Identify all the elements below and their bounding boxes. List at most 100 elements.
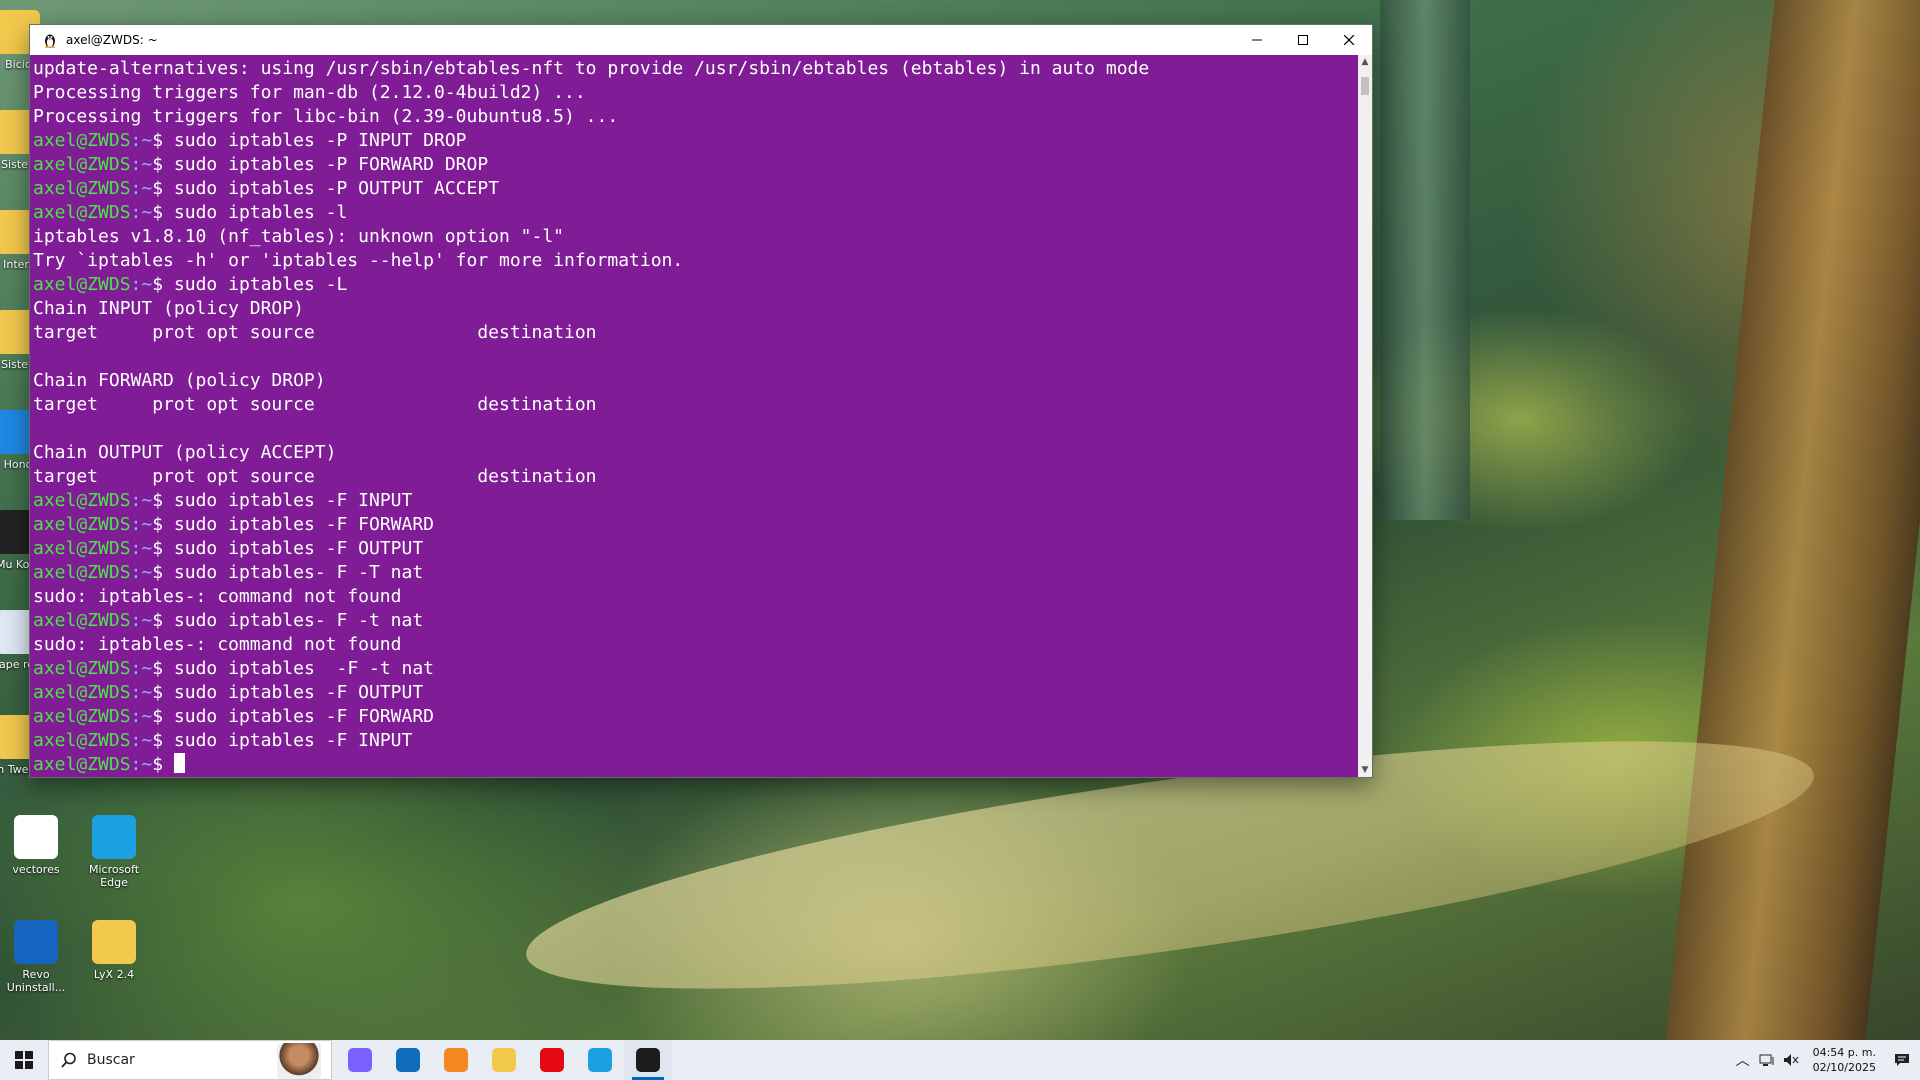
outlook-taskbar-button[interactable] [384, 1040, 432, 1080]
command-text: sudo iptables- F -t nat [173, 610, 424, 631]
command-text: sudo iptables -F INPUT [173, 730, 413, 751]
prompt-path: :~ [130, 682, 153, 703]
minimize-button[interactable] [1234, 25, 1280, 55]
wsl-terminal-taskbar-button[interactable] [624, 1040, 672, 1080]
terminal-output-line: iptables v1.8.10 (nf_tables): unknown op… [33, 226, 565, 247]
command-text: sudo iptables -F FORWARD [173, 514, 435, 535]
prompt-user: axel@ZWDS [33, 202, 131, 223]
prompt-symbol: $ [152, 562, 174, 583]
maximize-button[interactable] [1280, 25, 1326, 55]
terminal-output-line: sudo: iptables-: command not found [33, 586, 402, 607]
prompt-path: :~ [130, 562, 153, 583]
prompt-symbol: $ [152, 682, 174, 703]
network-icon[interactable] [1755, 1040, 1779, 1080]
scroll-down-arrow-icon[interactable]: ▼ [1358, 763, 1372, 777]
prompt-user: axel@ZWDS [33, 130, 131, 151]
search-placeholder: Buscar [87, 1052, 135, 1068]
notification-center-button[interactable] [1884, 1040, 1920, 1080]
prompt-user: axel@ZWDS [33, 706, 131, 727]
prompt-user: axel@ZWDS [33, 178, 131, 199]
terminal-output-line: Try `iptables -h' or 'iptables --help' f… [33, 250, 684, 271]
chevron-up-icon[interactable]: ︿ [1731, 1040, 1755, 1080]
scroll-up-arrow-icon[interactable]: ▲ [1358, 55, 1372, 69]
taskbar-clock[interactable]: 04:54 p. m. 02/10/2025 [1813, 1045, 1876, 1075]
prompt-symbol: $ [152, 130, 174, 151]
start-button[interactable] [0, 1040, 48, 1080]
terminal-command-line: axel@ZWDS:~$ sudo iptables- F -T nat [33, 561, 1355, 585]
terminal-command-line: axel@ZWDS:~$ sudo iptables -l [33, 201, 1355, 225]
desktop-icon[interactable]: Microsoft Edge [76, 815, 152, 889]
netflix-icon [540, 1048, 564, 1072]
terminal-command-line: axel@ZWDS:~$ sudo iptables -F OUTPUT [33, 681, 1355, 705]
copilot-taskbar-button[interactable] [336, 1040, 384, 1080]
desktop-icon[interactable]: vectores [0, 815, 74, 876]
terminal-command-line: axel@ZWDS:~$ sudo iptables -F FORWARD [33, 705, 1355, 729]
prompt-path: :~ [130, 610, 153, 631]
prompt-path: :~ [130, 706, 153, 727]
taskbar-search-box[interactable]: Buscar [48, 1040, 332, 1080]
prompt-path: :~ [130, 202, 153, 223]
terminal-output-line: target prot opt source destination [33, 394, 597, 415]
windows-logo-icon [15, 1051, 33, 1069]
prompt-path: :~ [130, 274, 153, 295]
terminal-command-line: axel@ZWDS:~$ sudo iptables -P INPUT DROP [33, 129, 1355, 153]
terminal-command-line: axel@ZWDS:~$ sudo iptables- F -t nat [33, 609, 1355, 633]
command-text: sudo iptables -P FORWARD DROP [173, 154, 489, 175]
clock-date: 02/10/2025 [1812, 1061, 1876, 1074]
volume-muted-icon[interactable] [1779, 1040, 1803, 1080]
prompt-path: :~ [130, 730, 153, 751]
terminal-command-line: axel@ZWDS:~$ sudo iptables -F INPUT [33, 489, 1355, 513]
prompt-path: :~ [130, 658, 153, 679]
prompt-user: axel@ZWDS [33, 490, 131, 511]
copilot-icon [348, 1048, 372, 1072]
terminal-output-line: update-alternatives: using /usr/sbin/ebt… [33, 58, 1150, 79]
vertical-scrollbar[interactable]: ▲ ▼ [1358, 55, 1372, 777]
terminal-output-line: sudo: iptables-: command not found [33, 634, 402, 655]
command-text: sudo iptables -F OUTPUT [173, 682, 424, 703]
wallpaper-tree-trunk [1665, 0, 1920, 1040]
terminal-command-line: axel@ZWDS:~$ sudo iptables -F INPUT [33, 729, 1355, 753]
prompt-path: :~ [130, 130, 153, 151]
command-text: sudo iptables -P OUTPUT ACCEPT [173, 178, 500, 199]
netflix-taskbar-button[interactable] [528, 1040, 576, 1080]
prompt-user: axel@ZWDS [33, 514, 131, 535]
pinned-apps [336, 1040, 672, 1080]
file-explorer-taskbar-button[interactable] [480, 1040, 528, 1080]
wsl-terminal-icon [636, 1048, 660, 1072]
command-text: sudo iptables -l [173, 202, 348, 223]
title-bar[interactable]: axel@ZWDS: ~ [30, 25, 1372, 55]
prompt-symbol: $ [152, 538, 174, 559]
desktop-icon[interactable]: LyX 2.4 [76, 920, 152, 981]
search-highlight-image[interactable] [277, 1043, 321, 1079]
prompt-symbol: $ [152, 754, 174, 775]
prompt-user: axel@ZWDS [33, 730, 131, 751]
terminal-output[interactable]: update-alternatives: using /usr/sbin/ebt… [33, 55, 1355, 779]
text-cursor [173, 753, 185, 773]
scrollbar-thumb[interactable] [1361, 77, 1369, 95]
command-text: sudo iptables -L [173, 274, 348, 295]
terminal-command-line: axel@ZWDS:~$ sudo iptables -P OUTPUT ACC… [33, 177, 1355, 201]
prompt-symbol: $ [152, 730, 174, 751]
search-icon [61, 1052, 76, 1068]
prompt-symbol: $ [152, 154, 174, 175]
terminal-window[interactable]: axel@ZWDS: ~ update-alternatives: using … [30, 25, 1372, 777]
terminal-command-line: axel@ZWDS:~$ [33, 753, 1355, 777]
python-icon [14, 815, 58, 859]
terminal-command-line: axel@ZWDS:~$ sudo iptables -F OUTPUT [33, 537, 1355, 561]
terminal-output-line: target prot opt source destination [33, 322, 597, 343]
terminal-output-line: Processing triggers for libc-bin (2.39-0… [33, 106, 619, 127]
prompt-path: :~ [130, 154, 153, 175]
desktop-icon-label: vectores [12, 863, 60, 876]
close-button[interactable] [1326, 25, 1372, 55]
prompt-path: :~ [130, 490, 153, 511]
terminal-command-line: axel@ZWDS:~$ sudo iptables -F FORWARD [33, 513, 1355, 537]
system-tray: ︿ 04:54 p. m. 02/10/2025 [1731, 1040, 1920, 1080]
prompt-user: axel@ZWDS [33, 154, 131, 175]
sublime-taskbar-button[interactable] [432, 1040, 480, 1080]
prompt-symbol: $ [152, 202, 174, 223]
desktop-icon[interactable]: Revo Uninstall... [0, 920, 74, 994]
prompt-symbol: $ [152, 658, 174, 679]
edge-taskbar-button[interactable] [576, 1040, 624, 1080]
